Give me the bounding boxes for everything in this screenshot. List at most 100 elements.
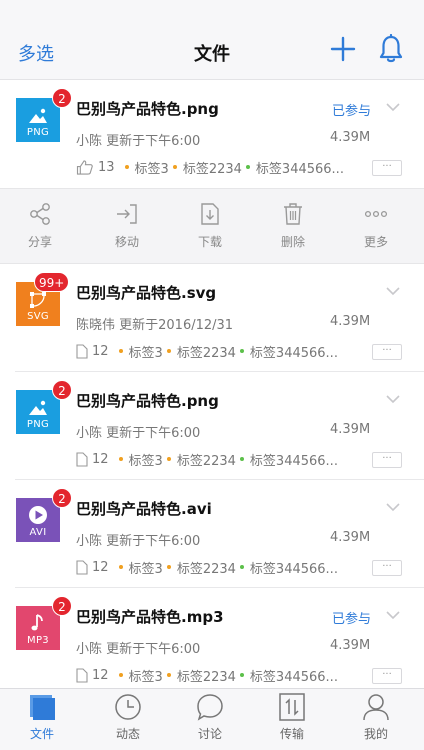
file-extension: SVG — [27, 311, 49, 322]
file-item[interactable]: PNG 2 巴别鸟产品特色.png 小陈 更新于下午6:00 4.39M 12 … — [0, 372, 424, 480]
move-button[interactable]: 移动 — [97, 201, 157, 250]
document-icon — [76, 559, 88, 575]
trash-icon — [284, 203, 302, 225]
tag[interactable]: 标签2234 — [177, 558, 236, 577]
tag[interactable]: 标签344566... — [256, 158, 344, 177]
notification-badge: 2 — [52, 88, 72, 108]
file-name: 巴别鸟产品特色.png — [76, 392, 219, 410]
tag[interactable]: 标签3 — [129, 450, 163, 469]
chevron-down-icon[interactable] — [386, 502, 400, 512]
chevron-down-icon[interactable] — [386, 286, 400, 296]
file-meta: 小陈 更新于下午6:00 — [76, 134, 201, 149]
more-tags-button[interactable]: ··· — [372, 668, 402, 684]
tags-row: 12 标签3 标签2234 标签344566... — [76, 558, 338, 577]
chevron-down-icon[interactable] — [386, 102, 400, 112]
chevron-down-icon[interactable] — [386, 610, 400, 620]
navigation-bar: 多选 文件 — [0, 0, 424, 80]
tag-dot — [118, 565, 123, 569]
download-icon — [201, 203, 219, 225]
tag[interactable]: 标签2234 — [183, 158, 242, 177]
action-label: 下载 — [197, 235, 222, 249]
delete-button[interactable]: 删除 — [263, 201, 323, 250]
document-icon — [76, 451, 88, 467]
file-name: 巴别鸟产品特色.svg — [76, 284, 217, 302]
item-count: 12 — [92, 451, 109, 467]
more-tags-button[interactable]: ··· — [372, 160, 402, 176]
transfer-icon — [279, 693, 305, 721]
image-file-icon: PNG 2 — [16, 88, 72, 142]
tab-files[interactable]: 文件 — [12, 693, 72, 742]
file-size: 4.39M — [330, 638, 371, 653]
page-title: 文件 — [194, 44, 230, 65]
plus-icon[interactable] — [330, 36, 356, 62]
tab-discussion[interactable]: 讨论 — [180, 693, 240, 742]
more-tags-button[interactable]: ··· — [372, 560, 402, 576]
clock-icon — [115, 694, 141, 720]
more-icon — [364, 210, 388, 218]
file-item[interactable]: AVI 2 巴别鸟产品特色.avi 小陈 更新于下午6:00 4.39M 12 … — [0, 480, 424, 588]
tags-row: 13 标签3 标签2234 标签344566... — [76, 158, 344, 177]
file-size: 4.39M — [330, 422, 371, 437]
tag-dot — [239, 565, 244, 569]
file-extension: MP3 — [27, 635, 49, 646]
action-label: 移动 — [114, 235, 139, 249]
thumbs-up-icon — [76, 159, 93, 175]
tag-dot — [239, 349, 244, 353]
chat-icon — [197, 694, 223, 721]
download-button[interactable]: 下载 — [180, 201, 240, 250]
file-meta: 陈晓伟 更新于2016/12/31 — [76, 318, 234, 333]
tab-activity[interactable]: 动态 — [98, 693, 158, 742]
item-count: 12 — [92, 343, 109, 359]
file-meta: 小陈 更新于下午6:00 — [76, 426, 201, 441]
tag[interactable]: 标签344566... — [250, 450, 338, 469]
user-icon — [363, 694, 389, 721]
file-item[interactable]: MP3 2 巴别鸟产品特色.mp3 已参与 小陈 更新于下午6:00 4.39M… — [0, 588, 424, 696]
tag[interactable]: 标签344566... — [250, 558, 338, 577]
document-icon — [76, 667, 88, 683]
action-label: 分享 — [27, 235, 52, 249]
video-file-icon: AVI 2 — [16, 488, 72, 542]
tag[interactable]: 标签2234 — [177, 666, 236, 685]
file-item[interactable]: PNG 2 巴别鸟产品特色.png 已参与 小陈 更新于下午6:00 4.39M… — [0, 80, 424, 188]
tag[interactable]: 标签3 — [135, 158, 169, 177]
tag[interactable]: 标签344566... — [250, 666, 338, 685]
file-list-screen: 多选 文件 PNG 2 巴别鸟产品特色.png 已参与 小陈 更新于下午6:00… — [0, 0, 424, 750]
more-tags-button[interactable]: ··· — [372, 452, 402, 468]
file-name: 巴别鸟产品特色.png — [76, 100, 219, 118]
more-actions-button[interactable]: 更多 — [346, 201, 406, 250]
notification-badge: 2 — [52, 596, 72, 616]
tag-dot — [124, 165, 129, 169]
notification-badge: 99+ — [34, 272, 70, 292]
action-label: 更多 — [363, 235, 388, 249]
file-meta: 小陈 更新于下午6:00 — [76, 534, 201, 549]
image-file-icon: PNG 2 — [16, 380, 72, 434]
tag-dot — [166, 349, 171, 353]
tag[interactable]: 标签3 — [129, 666, 163, 685]
tab-bar: 文件 动态 讨论 传输 我的 — [0, 688, 424, 750]
chevron-down-icon[interactable] — [386, 394, 400, 404]
tab-label: 传输 — [279, 727, 304, 741]
tab-transfer[interactable]: 传输 — [262, 693, 322, 742]
like-count: 13 — [98, 159, 115, 175]
tag[interactable]: 标签3 — [129, 342, 163, 361]
vector-file-icon: SVG 99+ — [16, 272, 70, 326]
notification-badge: 2 — [52, 380, 72, 400]
bell-icon[interactable] — [378, 34, 404, 64]
more-tags-button[interactable]: ··· — [372, 344, 402, 360]
action-label: 删除 — [280, 235, 305, 249]
item-count: 12 — [92, 559, 109, 575]
file-item[interactable]: SVG 99+ 巴别鸟产品特色.svg 陈晓伟 更新于2016/12/31 4.… — [0, 264, 424, 372]
tag[interactable]: 标签3 — [129, 558, 163, 577]
tag[interactable]: 标签344566... — [250, 342, 338, 361]
tab-me[interactable]: 我的 — [346, 693, 406, 742]
document-icon — [76, 343, 88, 359]
tab-label: 动态 — [115, 727, 140, 741]
tag[interactable]: 标签2234 — [177, 450, 236, 469]
share-button[interactable]: 分享 — [10, 201, 70, 250]
file-name: 巴别鸟产品特色.avi — [76, 500, 212, 518]
tag[interactable]: 标签2234 — [177, 342, 236, 361]
file-meta: 小陈 更新于下午6:00 — [76, 642, 201, 657]
tag-dot — [166, 565, 171, 569]
tag-dot — [118, 673, 123, 677]
status-label: 已参与 — [332, 104, 372, 119]
